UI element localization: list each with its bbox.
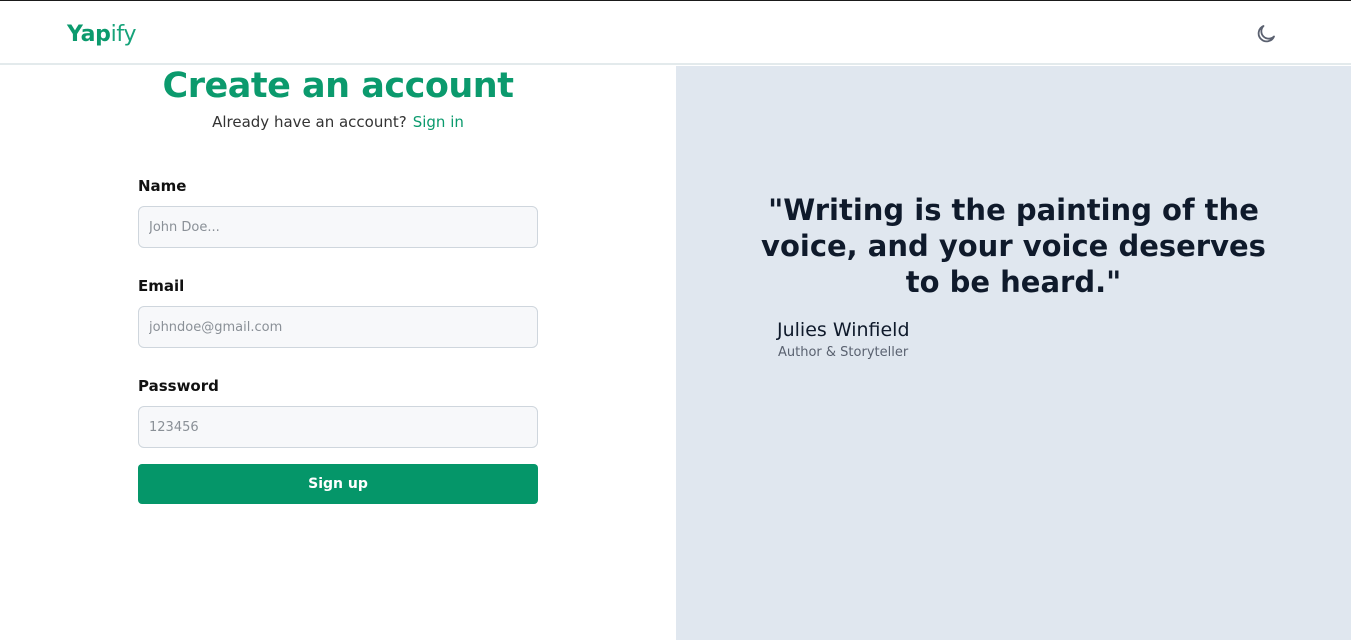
page-title: Create an account xyxy=(162,66,514,106)
logo[interactable]: Yapify xyxy=(67,21,136,49)
signin-link[interactable]: Sign in xyxy=(413,113,464,131)
testimonial-author: Julies Winfield xyxy=(777,319,910,341)
name-input[interactable] xyxy=(138,206,538,248)
signin-prompt-text: Already have an account? xyxy=(212,113,407,131)
email-input[interactable] xyxy=(138,306,538,348)
navbar: Yapify xyxy=(0,1,1351,65)
name-label: Name xyxy=(138,177,187,195)
signup-form: Name Email Password Sign up xyxy=(138,176,538,504)
signin-prompt: Already have an account? Sign in xyxy=(0,112,676,132)
testimonial-quote: "Writing is the painting of the voice, a… xyxy=(761,193,1266,299)
moon-icon xyxy=(1257,25,1275,43)
logo-strong-text: Yap xyxy=(67,22,111,47)
testimonial-author-role: Author & Storyteller xyxy=(778,345,909,360)
signup-button[interactable]: Sign up xyxy=(138,464,538,504)
theme-toggle-button[interactable] xyxy=(1254,22,1278,46)
password-input[interactable] xyxy=(138,406,538,448)
logo-light-text: ify xyxy=(110,22,137,47)
password-label: Password xyxy=(138,377,219,395)
email-label: Email xyxy=(138,277,185,295)
